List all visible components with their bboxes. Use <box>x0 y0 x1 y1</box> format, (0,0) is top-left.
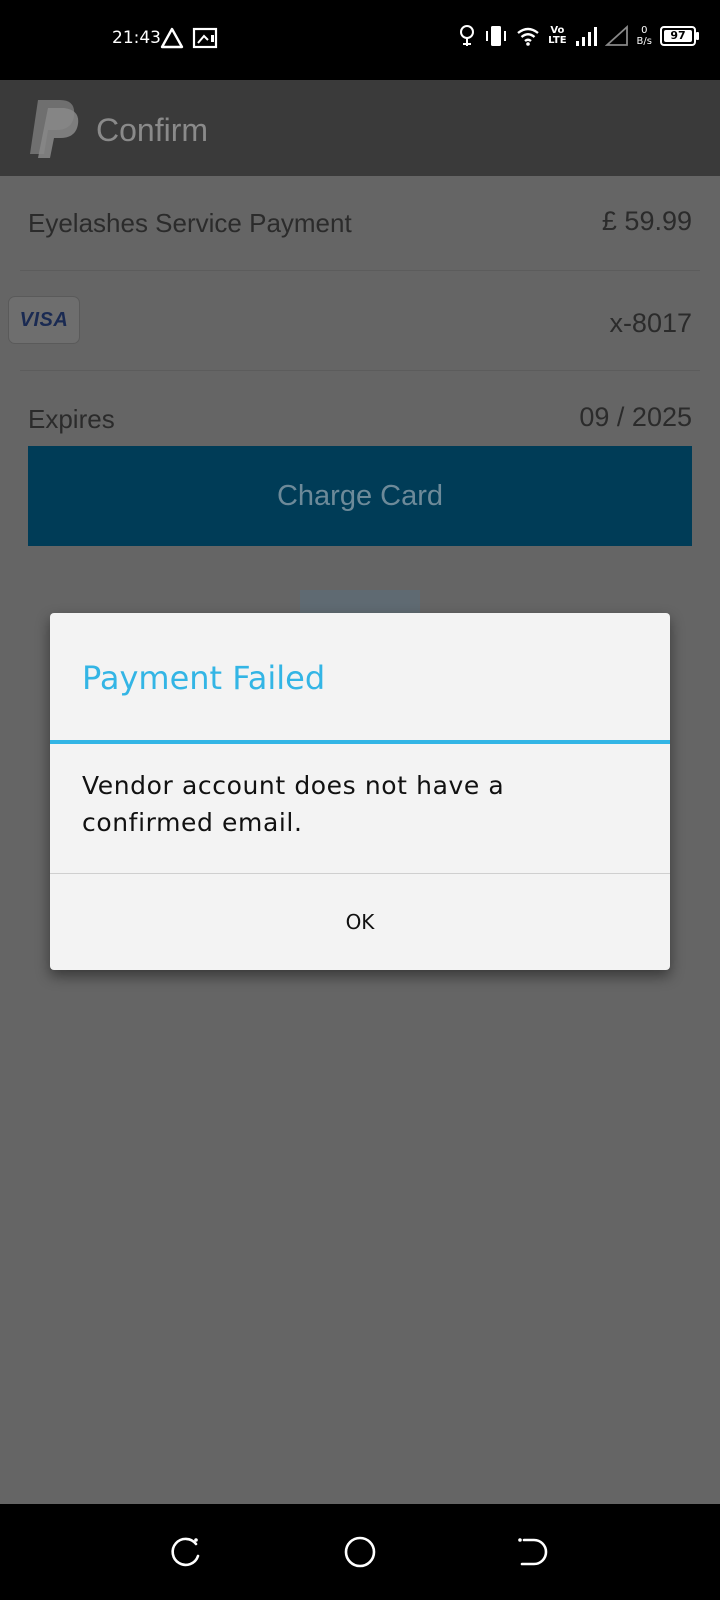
expires-label: Expires <box>28 404 115 434</box>
volte-bottom-label: LTE <box>548 35 567 46</box>
vibrate-icon <box>486 26 507 46</box>
back-icon[interactable] <box>512 1532 552 1572</box>
screen: 21:43 Vo LTE 0 B/s 97 Confirm Eyelashes … <box>0 0 720 1600</box>
charge-card-button[interactable]: Charge Card <box>28 446 692 546</box>
ok-button[interactable]: OK <box>50 874 670 970</box>
volte-indicator: Vo LTE <box>548 26 566 46</box>
navigation-bar <box>0 1504 720 1600</box>
dialog-title: Payment Failed <box>82 659 326 697</box>
status-right-icons: Vo LTE 0 B/s 97 <box>458 24 699 48</box>
net-speed-unit: B/s <box>636 36 652 47</box>
visa-card-icon: VISA <box>8 296 80 344</box>
dialog-message: Vendor account does not have a confirmed… <box>82 771 505 837</box>
status-left-icons <box>160 27 218 49</box>
payment-row: Eyelashes Service Payment £ 59.99 <box>20 176 700 271</box>
wifi-icon <box>517 27 539 46</box>
app-title: Confirm <box>96 112 209 148</box>
payment-description: Eyelashes Service Payment <box>28 208 352 238</box>
battery-level: 97 <box>664 30 692 42</box>
expires-row: Expires 09 / 2025 <box>20 370 700 440</box>
screen-cast-icon <box>192 27 218 49</box>
card-row: x-8017 <box>20 270 700 371</box>
battery-icon: 97 <box>660 26 699 46</box>
location-icon <box>460 25 475 46</box>
app-bar: Confirm <box>0 80 720 176</box>
home-icon[interactable] <box>340 1532 380 1572</box>
card-number: x-8017 <box>609 308 692 338</box>
payment-amount: £ 59.99 <box>601 206 692 236</box>
alert-triangle-icon <box>160 27 184 49</box>
payment-failed-dialog: Payment Failed Vendor account does not h… <box>50 613 670 970</box>
status-time: 21:43 <box>112 28 161 48</box>
paypal-logo-icon <box>30 100 79 158</box>
net-speed-value: 0 <box>641 25 648 36</box>
status-bar: 21:43 Vo LTE 0 B/s 97 <box>0 0 720 80</box>
expires-value: 09 / 2025 <box>579 402 692 432</box>
signal-empty-icon <box>604 25 628 46</box>
dialog-title-divider <box>50 740 670 744</box>
recent-apps-icon[interactable] <box>166 1532 206 1572</box>
net-speed: 0 B/s <box>637 25 652 47</box>
signal-icon <box>575 27 597 46</box>
